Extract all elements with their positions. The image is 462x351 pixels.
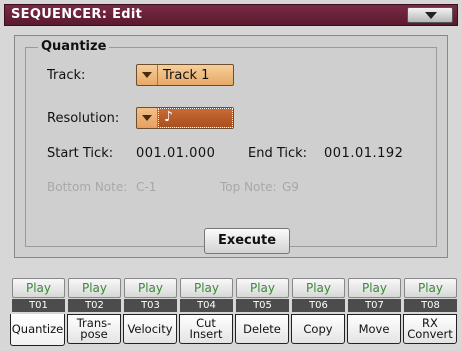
title-bar: SEQUENCER: Edit <box>4 4 458 26</box>
track-cell: Play T01 <box>12 278 65 314</box>
top-note-value: G9 <box>282 180 299 194</box>
quantize-panel: Quantize Track: Track 1 Resolution: ♪ St… <box>14 35 448 258</box>
play-button[interactable]: Play <box>404 278 457 298</box>
edit-tabs: Quantize Trans-pose Velocity Cut Insert D… <box>10 314 460 348</box>
tab-transpose[interactable]: Trans-pose <box>67 314 121 344</box>
track-cell: Play T03 <box>124 278 177 314</box>
tab-rx-convert[interactable]: RX Convert <box>403 314 457 344</box>
play-button[interactable]: Play <box>180 278 233 298</box>
track-name: T07 <box>348 299 401 312</box>
track-name: T02 <box>68 299 121 312</box>
resolution-select[interactable]: ♪ <box>136 107 234 129</box>
play-button[interactable]: Play <box>68 278 121 298</box>
page-title: SEQUENCER: Edit <box>11 7 143 22</box>
group-label: Quantize <box>38 39 110 54</box>
track-value: Track 1 <box>163 68 210 83</box>
track-cell: Play T06 <box>292 278 345 314</box>
dropdown-arrow-icon <box>142 72 152 78</box>
track-name: T08 <box>404 299 457 312</box>
sequencer-edit-screen: SEQUENCER: Edit Quantize Track: Track 1 … <box>0 0 462 351</box>
track-name: T01 <box>12 299 65 312</box>
eighth-note-icon: ♪ <box>164 109 173 125</box>
track-select[interactable]: Track 1 <box>136 64 234 86</box>
play-button[interactable]: Play <box>292 278 345 298</box>
quantize-group: Quantize Track: Track 1 Resolution: ♪ St… <box>25 39 437 254</box>
track-cell: Play T04 <box>180 278 233 314</box>
chevron-down-icon <box>425 12 437 19</box>
tab-move[interactable]: Move <box>347 314 401 344</box>
execute-button[interactable]: Execute <box>204 228 290 254</box>
bottom-note-label: Bottom Note: <box>47 180 128 194</box>
end-tick-label: End Tick: <box>248 146 308 161</box>
track-name: T06 <box>292 299 345 312</box>
play-button[interactable]: Play <box>124 278 177 298</box>
page-menu-button[interactable] <box>407 7 453 23</box>
tab-delete[interactable]: Delete <box>235 314 289 344</box>
track-play-strip: Play T01 Play T02 Play T03 Play T04 Play… <box>12 278 457 314</box>
track-cell: Play T07 <box>348 278 401 314</box>
track-cell: Play T08 <box>404 278 457 314</box>
start-tick-label: Start Tick: <box>47 146 114 161</box>
resolution-label: Resolution: <box>47 111 120 126</box>
track-cell: Play T05 <box>236 278 289 314</box>
tab-velocity[interactable]: Velocity <box>123 314 177 344</box>
tab-quantize[interactable]: Quantize <box>10 314 65 346</box>
track-label: Track: <box>47 68 86 83</box>
bottom-note-value: C-1 <box>136 180 157 194</box>
play-button[interactable]: Play <box>236 278 289 298</box>
tab-copy[interactable]: Copy <box>291 314 345 344</box>
track-name: T05 <box>236 299 289 312</box>
play-button[interactable]: Play <box>348 278 401 298</box>
track-cell: Play T02 <box>68 278 121 314</box>
track-name: T03 <box>124 299 177 312</box>
end-tick-value[interactable]: 001.01.192 <box>324 146 403 161</box>
start-tick-value[interactable]: 001.01.000 <box>136 146 215 161</box>
track-name: T04 <box>180 299 233 312</box>
top-note-label: Top Note: <box>220 180 277 194</box>
play-button[interactable]: Play <box>12 278 65 298</box>
dropdown-arrow-icon <box>142 115 152 121</box>
tab-cut-insert[interactable]: Cut Insert <box>179 314 233 344</box>
